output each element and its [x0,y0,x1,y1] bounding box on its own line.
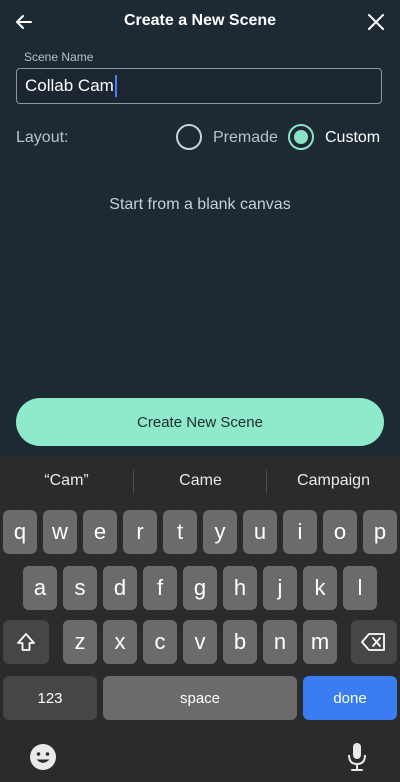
key-b[interactable]: b [223,620,257,664]
premade-option-label[interactable]: Premade [213,129,278,147]
key-s[interactable]: s [63,566,97,610]
key-c[interactable]: c [143,620,177,664]
key-x[interactable]: x [103,620,137,664]
suggestion-bar: “Cam” Came Campaign [0,456,400,508]
keyboard: “Cam” Came Campaign q w e r t y u i o p … [0,456,400,782]
emoji-button[interactable] [26,740,60,774]
backspace-icon [361,633,385,651]
shift-key[interactable] [3,620,49,664]
dictation-button[interactable] [340,740,374,774]
key-f[interactable]: f [143,566,177,610]
suggestion-item[interactable]: Campaign [267,472,400,490]
key-i[interactable]: i [283,510,317,554]
scene-name-label: Scene Name [24,50,94,64]
microphone-icon [348,743,366,771]
key-t[interactable]: t [163,510,197,554]
key-v[interactable]: v [183,620,217,664]
key-o[interactable]: o [323,510,357,554]
done-key[interactable]: done [303,676,397,720]
text-caret [114,75,117,97]
key-n[interactable]: n [263,620,297,664]
key-a[interactable]: a [23,566,57,610]
suggestion-item[interactable]: Came [134,472,267,490]
key-j[interactable]: j [263,566,297,610]
key-u[interactable]: u [243,510,277,554]
close-icon [368,14,384,30]
backspace-key[interactable] [351,620,397,664]
scene-name-value: Collab Cam [25,76,114,95]
key-z[interactable]: z [63,620,97,664]
key-e[interactable]: e [83,510,117,554]
create-scene-button[interactable]: Create New Scene [16,398,384,446]
key-q[interactable]: q [3,510,37,554]
layout-label: Layout: [16,129,69,146]
emoji-icon [30,744,56,770]
key-h[interactable]: h [223,566,257,610]
key-y[interactable]: y [203,510,237,554]
key-m[interactable]: m [303,620,337,664]
key-d[interactable]: d [103,566,137,610]
key-k[interactable]: k [303,566,337,610]
space-key[interactable]: space [103,676,297,720]
numbers-key[interactable]: 123 [3,676,97,720]
scene-name-input[interactable]: Collab Cam [16,68,382,104]
suggestion-item[interactable]: “Cam” [0,472,133,490]
page-title: Create a New Scene [123,12,277,29]
header: Create a New Scene [0,0,400,44]
custom-radio[interactable] [288,124,314,150]
layout-hint: Start from a blank canvas [109,196,291,213]
key-p[interactable]: p [363,510,397,554]
custom-radio-selected-dot [294,130,308,144]
close-button[interactable] [362,8,390,36]
shift-icon [17,633,35,651]
key-l[interactable]: l [343,566,377,610]
key-r[interactable]: r [123,510,157,554]
key-w[interactable]: w [43,510,77,554]
premade-radio[interactable] [176,124,202,150]
key-g[interactable]: g [183,566,217,610]
custom-option-label[interactable]: Custom [325,129,380,147]
